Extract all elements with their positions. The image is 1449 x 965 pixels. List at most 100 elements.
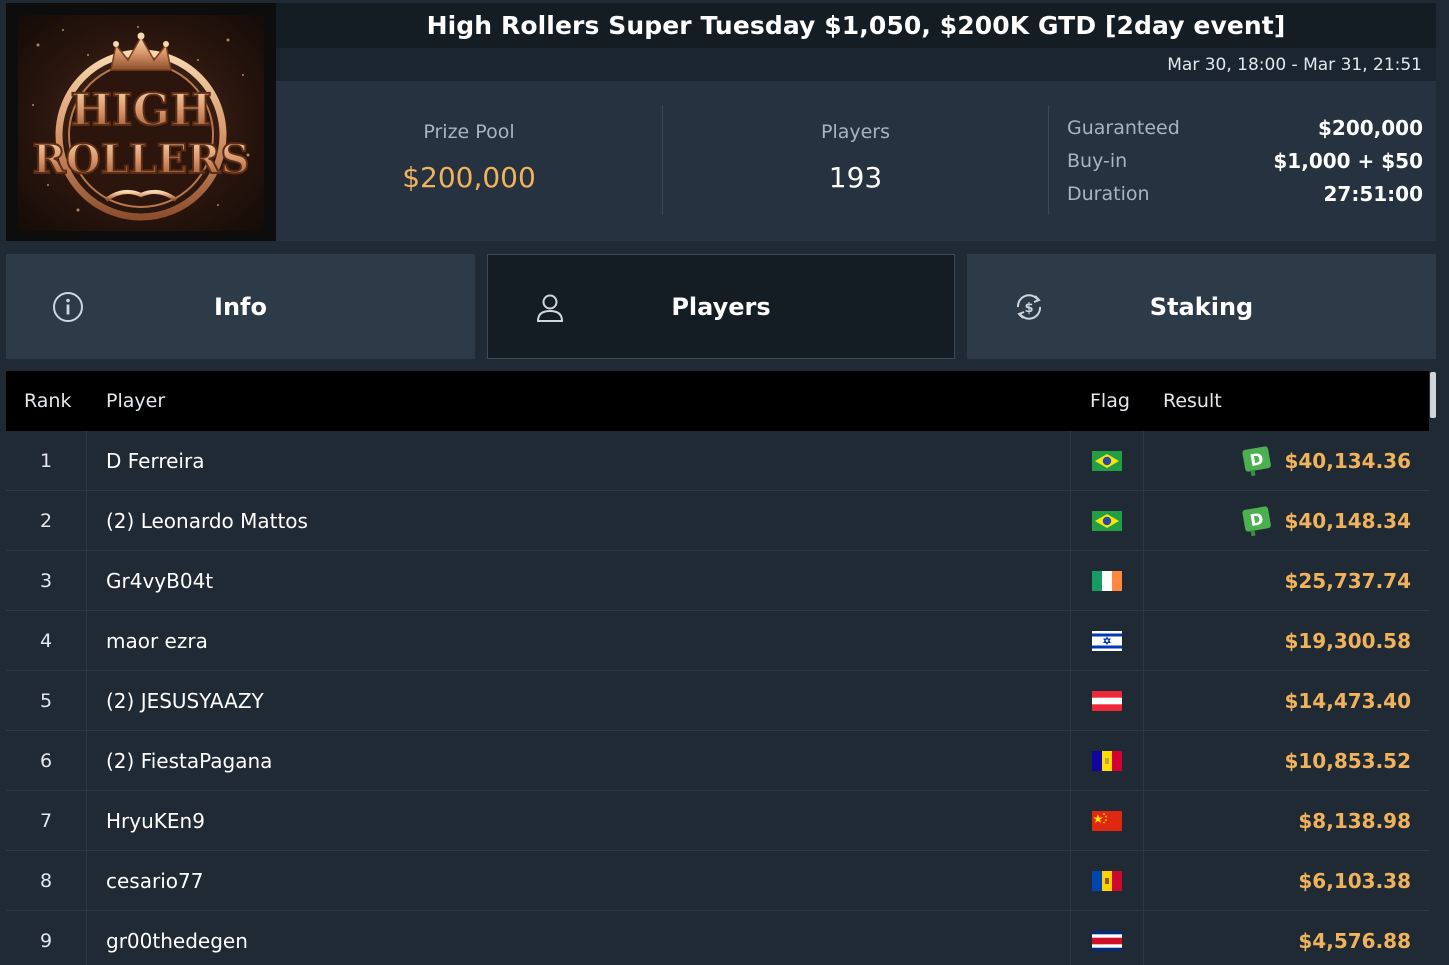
table-row[interactable]: 6 (2) FiestaPagana $10,853.52 <box>6 731 1429 791</box>
user-icon <box>536 294 564 322</box>
tournament-page: HIGH ROLLERS High Rollers Super Tuesday … <box>0 0 1449 965</box>
players-count-label: Players <box>820 121 891 143</box>
player-name[interactable]: (2) Leonardo Mattos <box>87 491 1071 550</box>
result-amount: $40,134.36 <box>1284 448 1411 473</box>
player-name[interactable]: cesario77 <box>87 851 1071 910</box>
rank-cell: 8 <box>6 851 87 910</box>
player-name[interactable]: (2) FiestaPagana <box>87 731 1071 790</box>
guaranteed-value: $200,000 <box>1317 115 1423 140</box>
ireland-flag-icon <box>1092 570 1122 591</box>
info-icon <box>53 292 83 322</box>
result-cell: $8,138.98 <box>1144 791 1429 850</box>
result-cell: $25,737.74 <box>1144 551 1429 610</box>
table-scrollbar[interactable] <box>1430 372 1436 418</box>
logo-text-rollers: ROLLERS <box>33 136 250 183</box>
player-name[interactable]: Gr4vyB04t <box>87 551 1071 610</box>
tournament-details: Guaranteed $200,000 Buy-in $1,000 + $50 … <box>1067 111 1423 210</box>
player-name[interactable]: gr00thedegen <box>87 911 1071 965</box>
stat-divider <box>1048 105 1049 215</box>
tournament-title: High Rollers Super Tuesday $1,050, $200K… <box>276 3 1436 48</box>
players-stat: Players 193 <box>663 105 1048 215</box>
tournament-dates-text: Mar 30, 18:00 - Mar 31, 21:51 <box>1167 54 1422 75</box>
prize-pool-stat: Prize Pool $200,000 <box>276 105 662 215</box>
prize-pool-label: Prize Pool <box>423 121 515 143</box>
table-body: 1 D Ferreira D $40,134.36 2 (2) Leonardo… <box>6 431 1429 965</box>
rank-cell: 6 <box>6 731 87 790</box>
tournament-dates: Mar 30, 18:00 - Mar 31, 21:51 <box>276 48 1436 81</box>
flag-cell <box>1071 731 1144 790</box>
rank-cell: 3 <box>6 551 87 610</box>
svg-text:$: $ <box>1024 301 1033 316</box>
buyin-row: Buy-in $1,000 + $50 <box>1067 144 1423 177</box>
result-cell: $4,576.88 <box>1144 911 1429 965</box>
prize-pool-value: $200,000 <box>402 161 536 194</box>
guaranteed-row: Guaranteed $200,000 <box>1067 111 1423 144</box>
duration-row: Duration 27:51:00 <box>1067 177 1423 210</box>
result-amount: $8,138.98 <box>1298 808 1411 833</box>
andorra-flag-icon <box>1092 750 1122 771</box>
brazil-flag-icon <box>1092 450 1122 471</box>
result-amount: $6,103.38 <box>1298 868 1411 893</box>
table-row[interactable]: 8 cesario77 $6,103.38 <box>6 851 1429 911</box>
table-row[interactable]: 1 D Ferreira D $40,134.36 <box>6 431 1429 491</box>
buyin-label: Buy-in <box>1067 149 1128 172</box>
deal-badge-icon: D <box>1242 445 1272 476</box>
results-table: Rank Player Flag Result 1 D Ferreira D $… <box>6 371 1429 965</box>
player-name[interactable]: D Ferreira <box>87 431 1071 490</box>
table-row[interactable]: 4 maor ezra $19,300.58 <box>6 611 1429 671</box>
deal-badge-icon: D <box>1242 505 1272 536</box>
result-cell: $6,103.38 <box>1144 851 1429 910</box>
result-cell: D $40,148.34 <box>1144 491 1429 550</box>
player-name[interactable]: maor ezra <box>87 611 1071 670</box>
table-row[interactable]: 5 (2) JESUSYAAZY $14,473.40 <box>6 671 1429 731</box>
rank-cell: 7 <box>6 791 87 850</box>
table-row[interactable]: 3 Gr4vyB04t $25,737.74 <box>6 551 1429 611</box>
column-header-rank[interactable]: Rank <box>6 390 87 412</box>
flag-cell <box>1071 911 1144 965</box>
result-amount: $10,853.52 <box>1284 748 1411 773</box>
result-amount: $25,737.74 <box>1284 568 1411 593</box>
result-amount: $14,473.40 <box>1284 688 1411 713</box>
table-row[interactable]: 7 HryuKEn9 $8,138.98 <box>6 791 1429 851</box>
table-row[interactable]: 9 gr00thedegen $4,576.88 <box>6 911 1429 965</box>
result-amount: $4,576.88 <box>1298 928 1411 953</box>
flag-cell <box>1071 431 1144 490</box>
player-name[interactable]: (2) JESUSYAAZY <box>87 671 1071 730</box>
column-header-result[interactable]: Result <box>1144 390 1429 412</box>
flag-cell <box>1071 671 1144 730</box>
costa-rica-flag-icon <box>1092 930 1122 951</box>
brazil-flag-icon <box>1092 510 1122 531</box>
tab-info[interactable]: Info <box>6 254 475 359</box>
tournament-title-text: High Rollers Super Tuesday $1,050, $200K… <box>426 11 1286 40</box>
flag-cell <box>1071 491 1144 550</box>
austria-flag-icon <box>1092 690 1122 711</box>
tournament-logo: HIGH ROLLERS <box>6 3 276 241</box>
tab-players[interactable]: Players <box>487 254 955 359</box>
flag-cell <box>1071 551 1144 610</box>
result-amount: $19,300.58 <box>1284 628 1411 653</box>
column-header-player[interactable]: Player <box>87 390 1071 412</box>
moldova-flag-icon <box>1092 870 1122 891</box>
flag-cell <box>1071 851 1144 910</box>
players-count-value: 193 <box>828 161 883 194</box>
tab-staking[interactable]: $ Staking <box>967 254 1436 359</box>
result-amount: $40,148.34 <box>1284 508 1411 533</box>
stats-panel: Prize Pool $200,000 Players 193 Guarante… <box>276 81 1436 241</box>
rank-cell: 4 <box>6 611 87 670</box>
rank-cell: 5 <box>6 671 87 730</box>
israel-flag-icon <box>1092 630 1122 651</box>
table-row[interactable]: 2 (2) Leonardo Mattos D $40,148.34 <box>6 491 1429 551</box>
column-header-flag[interactable]: Flag <box>1071 390 1144 412</box>
rank-cell: 9 <box>6 911 87 965</box>
guaranteed-label: Guaranteed <box>1067 116 1180 139</box>
dollar-refresh-icon: $ <box>1016 294 1042 320</box>
result-cell: $14,473.40 <box>1144 671 1429 730</box>
result-cell: D $40,134.36 <box>1144 431 1429 490</box>
player-name[interactable]: HryuKEn9 <box>87 791 1071 850</box>
flag-cell <box>1071 791 1144 850</box>
buyin-value: $1,000 + $50 <box>1273 148 1423 173</box>
rank-cell: 2 <box>6 491 87 550</box>
table-header: Rank Player Flag Result <box>6 371 1429 431</box>
result-cell: $10,853.52 <box>1144 731 1429 790</box>
duration-value: 27:51:00 <box>1323 181 1424 206</box>
